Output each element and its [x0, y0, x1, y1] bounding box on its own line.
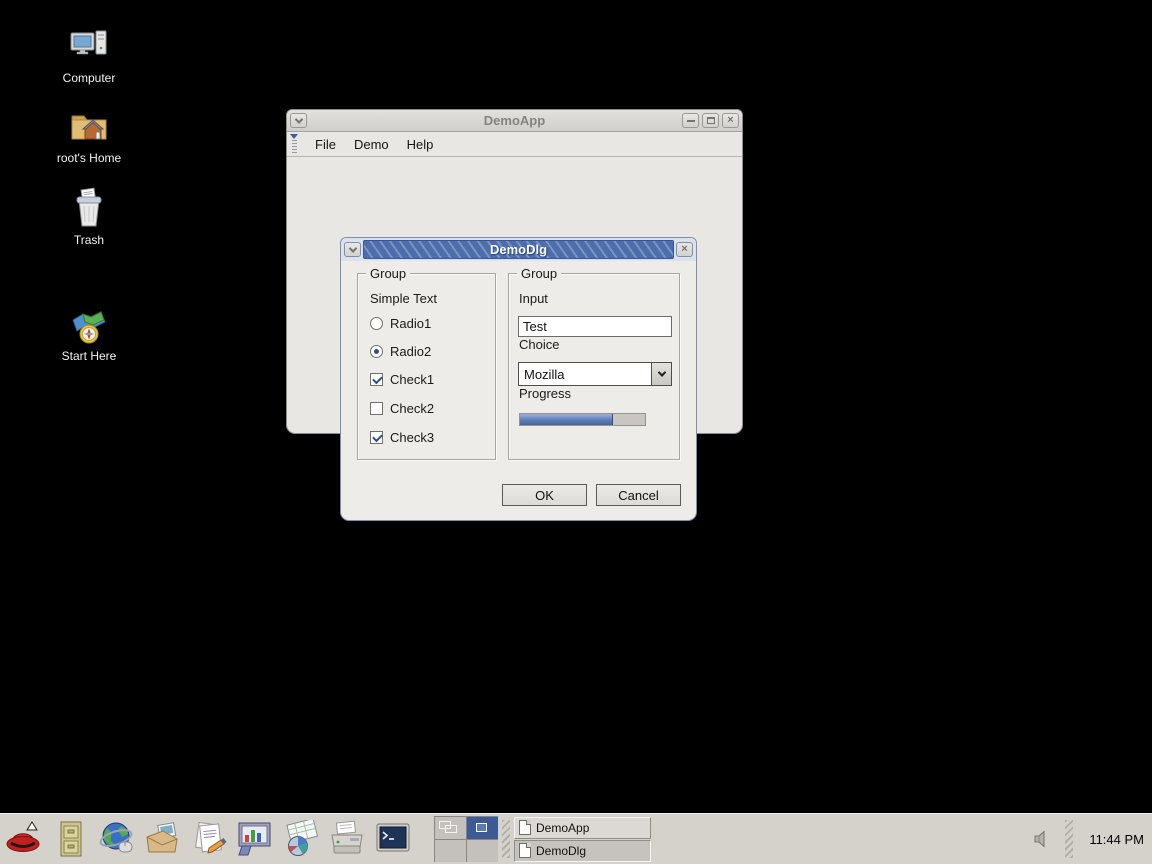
tasklist-grip-handle[interactable]: [502, 820, 510, 858]
menubar-grip-handle[interactable]: [290, 134, 298, 155]
red-hat-icon: [5, 820, 45, 858]
simple-text-label: Simple Text: [370, 291, 437, 306]
close-icon: ×: [681, 244, 687, 255]
desktop-icon-label: Start Here: [29, 349, 149, 363]
file-manager-launcher[interactable]: [48, 816, 94, 862]
desktop-icon-computer[interactable]: Computer: [29, 26, 149, 85]
radio1-button[interactable]: [370, 317, 383, 330]
choice-combobox[interactable]: Mozilla: [518, 362, 672, 386]
desktop-icon-roots-home[interactable]: root's Home: [29, 106, 149, 165]
combobox-dropdown-button[interactable]: [651, 363, 671, 385]
input-label: Input: [519, 291, 548, 306]
task-label: DemoApp: [536, 821, 589, 835]
main-menu-launcher[interactable]: [2, 816, 48, 862]
menu-file[interactable]: File: [306, 134, 345, 155]
writer-document-icon: [189, 820, 229, 858]
word-processor-launcher[interactable]: [186, 816, 232, 862]
globe-browser-icon: [97, 820, 137, 858]
desktop-icon-label: root's Home: [29, 151, 149, 165]
radio2-button[interactable]: [370, 345, 383, 358]
workspace-1[interactable]: [435, 817, 466, 839]
printer-launcher[interactable]: [324, 816, 370, 862]
start-here-icon: [69, 306, 109, 346]
email-icon: [143, 820, 183, 858]
dialog-title-stripe: DemoDlg: [363, 240, 674, 259]
file-cabinet-icon: [51, 820, 91, 858]
window-page-icon: [519, 843, 531, 858]
left-groupbox: Group Simple Text Radio1 Radio2 Check1 C…: [357, 273, 496, 460]
progress-label: Progress: [519, 386, 571, 401]
window-page-icon: [519, 820, 531, 835]
grip-arrow-icon: [290, 134, 298, 139]
window-list: DemoApp DemoDlg: [514, 817, 651, 862]
workspace-4[interactable]: [467, 840, 498, 862]
groupbox-legend: Group: [517, 266, 561, 281]
menubar: File Demo Help: [287, 132, 742, 157]
volume-icon[interactable]: [1033, 830, 1051, 848]
web-browser-launcher[interactable]: [94, 816, 140, 862]
dialog-menu-button[interactable]: [344, 242, 361, 257]
presentation-icon: [235, 820, 275, 858]
check1-label: Check1: [390, 372, 434, 387]
check3-label: Check3: [390, 430, 434, 445]
task-button-demoapp[interactable]: DemoApp: [514, 817, 651, 839]
terminal-launcher[interactable]: [370, 816, 416, 862]
terminal-icon: [373, 820, 413, 858]
ok-button[interactable]: OK: [502, 484, 587, 506]
demodlg-dialog: DemoDlg × Group Simple Text Radio1 Radio…: [340, 237, 697, 521]
task-label: DemoDlg: [536, 844, 586, 858]
clock[interactable]: 11:44 PM: [1089, 832, 1144, 847]
trash-icon: [69, 186, 109, 230]
window-title: DemoApp: [287, 113, 742, 128]
mini-window-icon: [445, 825, 457, 833]
checkbox-row[interactable]: Check1: [370, 372, 434, 387]
right-groupbox: Group Input Choice Mozilla Progress: [508, 273, 680, 460]
presentation-launcher[interactable]: [232, 816, 278, 862]
grip-dots-icon: [292, 140, 297, 155]
spreadsheet-pie-icon: [281, 820, 321, 858]
task-button-demodlg[interactable]: DemoDlg: [514, 840, 651, 862]
mini-window-icon: [476, 823, 487, 832]
combobox-value: Mozilla: [519, 367, 651, 382]
cancel-button[interactable]: Cancel: [596, 484, 681, 506]
check3-checkbox[interactable]: [370, 431, 383, 444]
dialog-close-button[interactable]: ×: [676, 242, 693, 257]
dialog-title: DemoDlg: [490, 242, 547, 257]
computer-icon: [69, 26, 109, 68]
printer-icon: [327, 820, 367, 858]
checkbox-row[interactable]: Check2: [370, 401, 434, 416]
groupbox-legend: Group: [366, 266, 410, 281]
workspace-3[interactable]: [435, 840, 466, 862]
email-launcher[interactable]: [140, 816, 186, 862]
radio-row[interactable]: Radio2: [370, 344, 431, 359]
chevron-down-icon: [657, 368, 665, 376]
checkbox-row[interactable]: Check3: [370, 430, 434, 445]
demodlg-titlebar[interactable]: DemoDlg ×: [341, 238, 696, 261]
system-tray: 11:44 PM: [1033, 820, 1144, 858]
workspace-switcher: [434, 816, 498, 862]
demoapp-titlebar[interactable]: DemoApp ×: [287, 110, 742, 132]
home-folder-icon: [69, 106, 109, 148]
menu-help[interactable]: Help: [398, 134, 443, 155]
chevron-down-icon: [348, 244, 356, 252]
check1-checkbox[interactable]: [370, 373, 383, 386]
progress-bar-fill: [520, 414, 613, 425]
radio-row[interactable]: Radio1: [370, 316, 431, 331]
radio1-label: Radio1: [390, 316, 431, 331]
check2-checkbox[interactable]: [370, 402, 383, 415]
input-field[interactable]: [518, 316, 672, 337]
choice-label: Choice: [519, 337, 559, 352]
taskbar: DemoApp DemoDlg 11:44 PM: [0, 813, 1152, 864]
desktop-icon-trash[interactable]: Trash: [29, 186, 149, 247]
progress-bar: [519, 413, 646, 426]
check2-label: Check2: [390, 401, 434, 416]
desktop-icon-start-here[interactable]: Start Here: [29, 306, 149, 363]
radio2-label: Radio2: [390, 344, 431, 359]
clock-grip-handle[interactable]: [1065, 820, 1073, 858]
workspace-2-active[interactable]: [467, 817, 498, 839]
desktop-icon-label: Computer: [29, 71, 149, 85]
menu-demo[interactable]: Demo: [345, 134, 398, 155]
desktop-icon-label: Trash: [29, 233, 149, 247]
spreadsheet-launcher[interactable]: [278, 816, 324, 862]
